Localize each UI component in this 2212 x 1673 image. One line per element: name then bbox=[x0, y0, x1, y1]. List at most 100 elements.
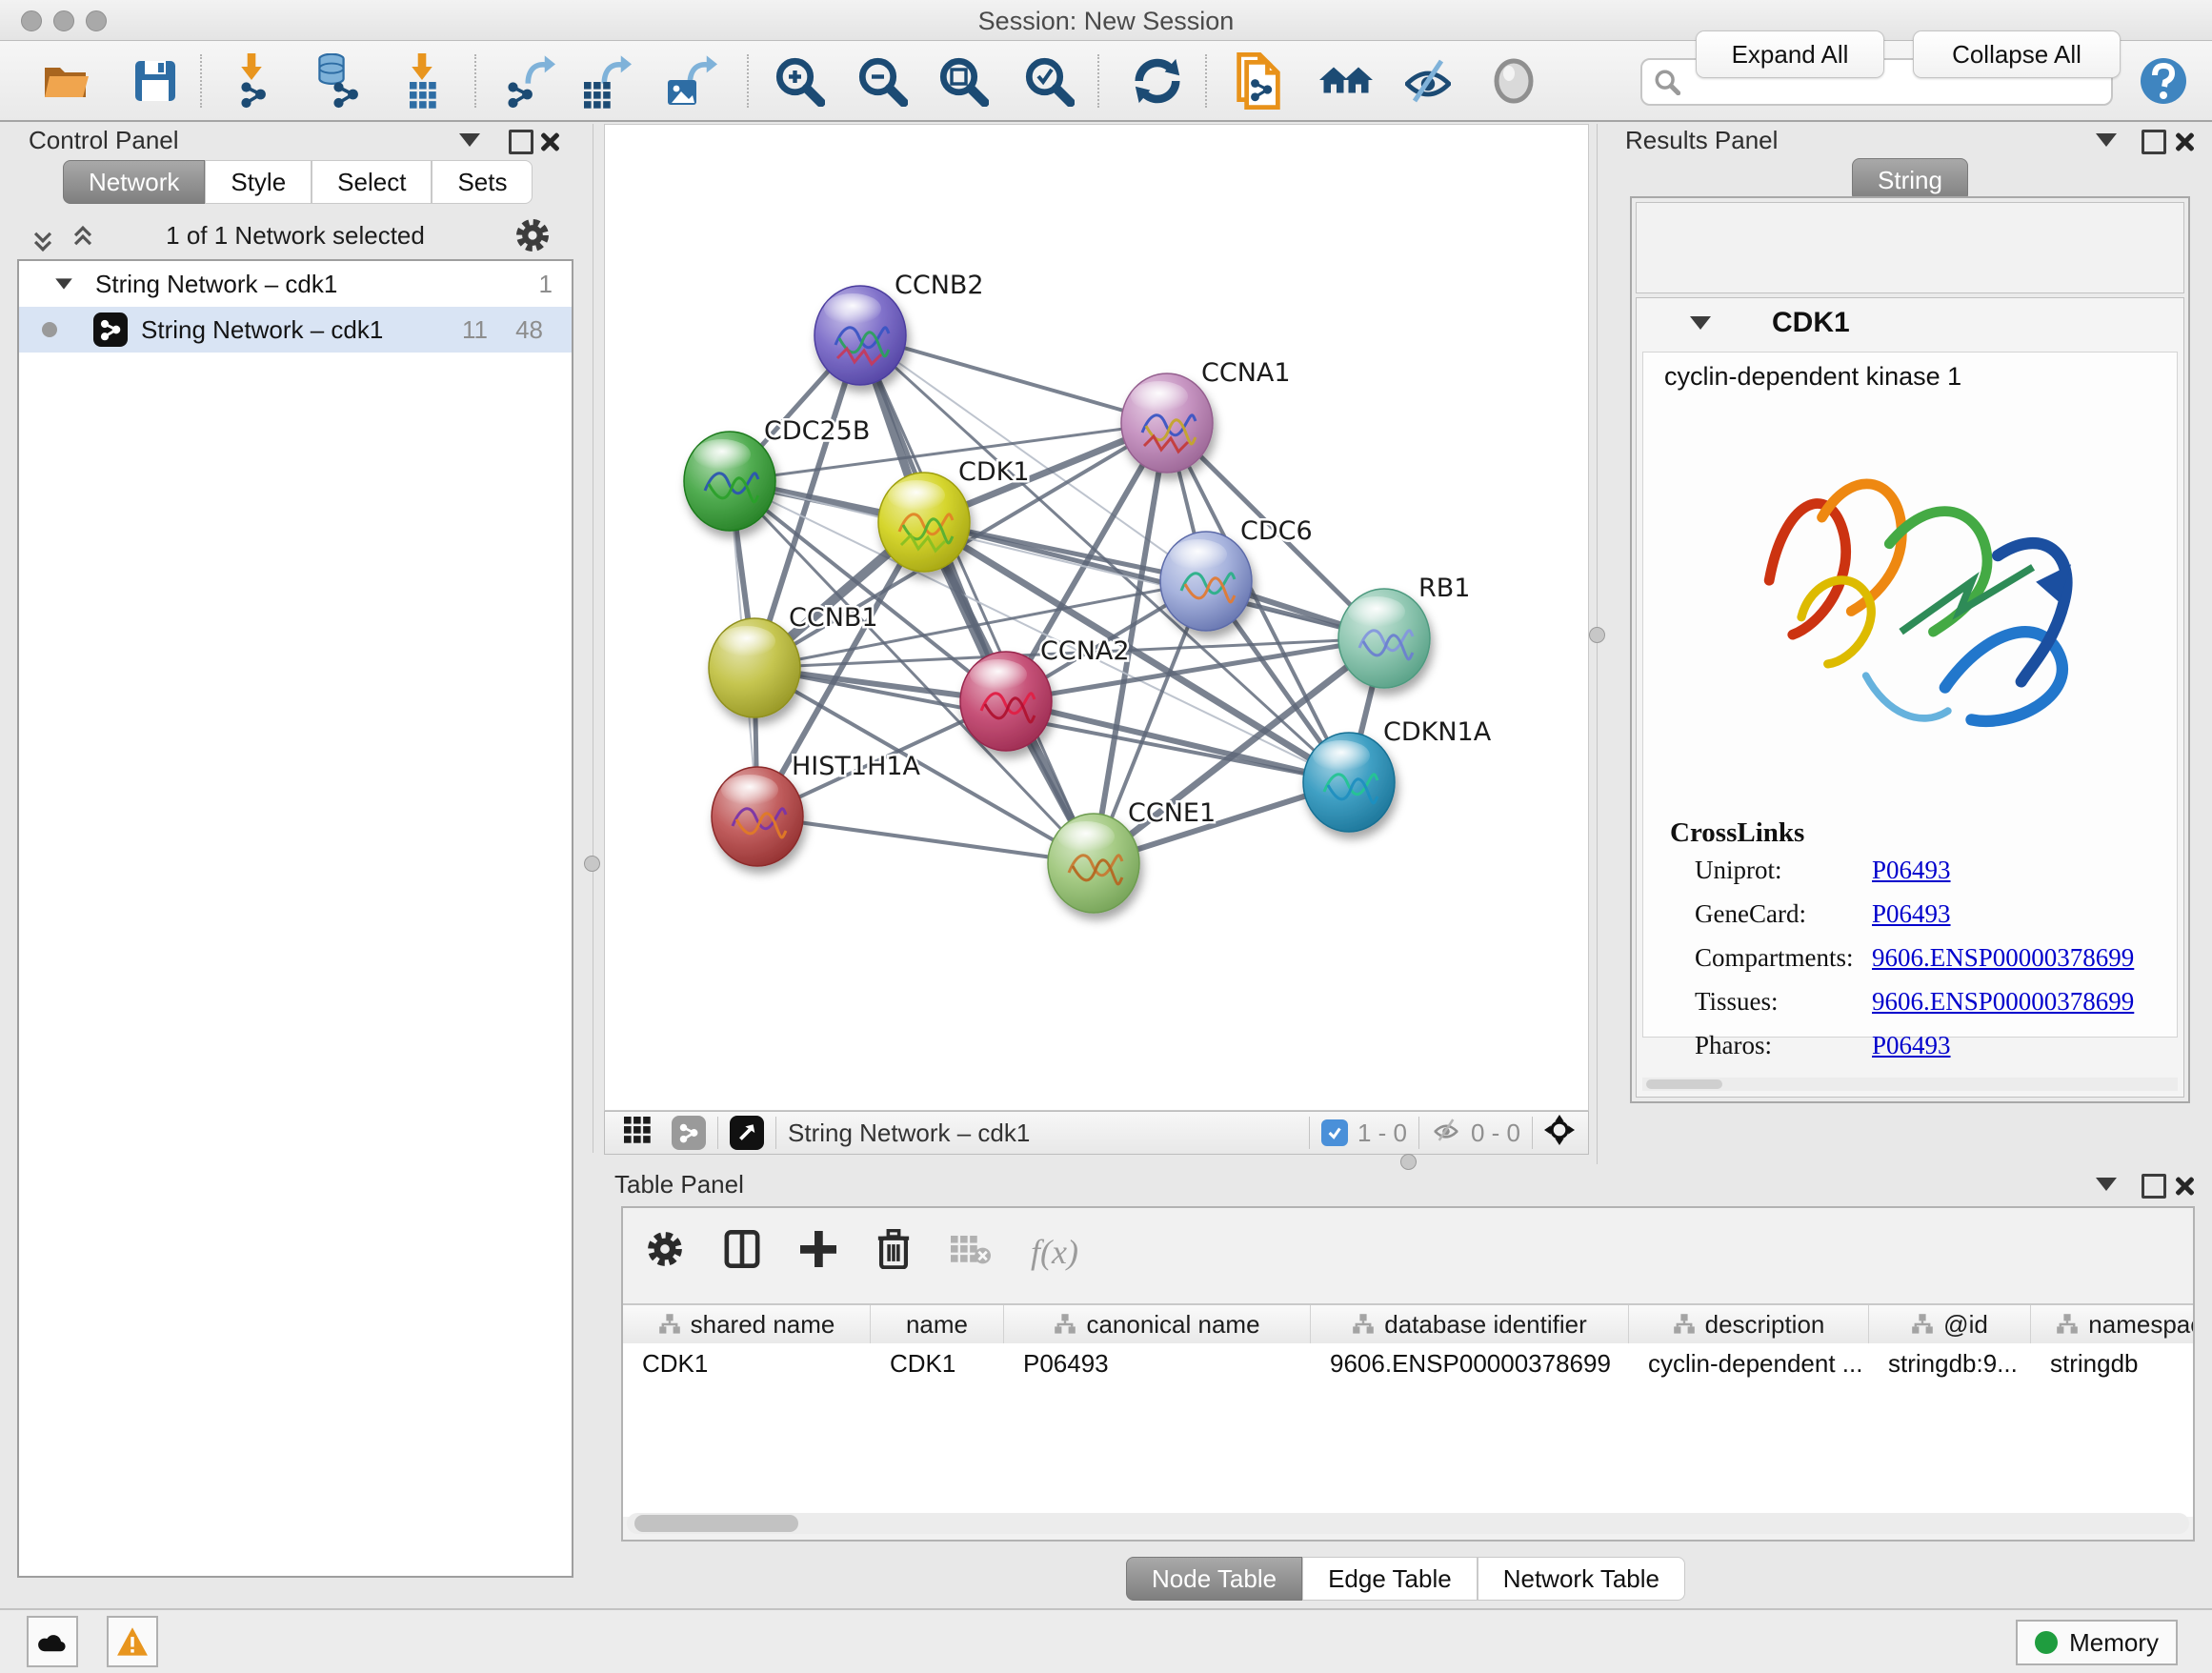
results-panel-collapse-icon[interactable] bbox=[2096, 133, 2117, 151]
control-panel-float-icon[interactable] bbox=[509, 130, 533, 159]
card-hscrollbar[interactable] bbox=[1642, 1078, 2178, 1091]
import-network-from-database-button[interactable] bbox=[307, 50, 370, 111]
hidden-eye-slash-icon[interactable] bbox=[1431, 1119, 1461, 1148]
delete-table-icon[interactable] bbox=[951, 1233, 991, 1270]
network-node-CCNE1[interactable] bbox=[1048, 814, 1139, 913]
network-from-document-button[interactable] bbox=[1231, 50, 1294, 111]
table-row[interactable]: CDK1 CDK1 P06493 9606.ENSP00000378699 cy… bbox=[623, 1343, 2195, 1517]
cloud-status-button[interactable] bbox=[27, 1616, 78, 1667]
crosslink-tissues-link[interactable]: 9606.ENSP00000378699 bbox=[1872, 987, 2134, 1016]
network-node-CDK1[interactable] bbox=[878, 473, 970, 572]
collapse-all-networks-icon[interactable] bbox=[32, 227, 53, 246]
table-panel-float-icon[interactable] bbox=[2142, 1174, 2166, 1203]
network-label: String Network – cdk1 bbox=[141, 315, 383, 345]
save-session-button[interactable] bbox=[124, 50, 187, 111]
tab-select[interactable]: Select bbox=[312, 160, 432, 204]
birds-eye-view-button[interactable] bbox=[1482, 50, 1545, 111]
network-edge-CCNB2-CCNE1[interactable] bbox=[860, 335, 1094, 863]
cdk1-card-header[interactable]: CDK1 bbox=[1637, 298, 2183, 348]
table-panel-close-icon[interactable] bbox=[2174, 1176, 2195, 1201]
show-columns-icon[interactable] bbox=[724, 1230, 760, 1273]
network-node-CCNB1[interactable] bbox=[709, 618, 800, 717]
add-column-icon[interactable] bbox=[800, 1231, 836, 1272]
memory-button[interactable]: Memory bbox=[2016, 1620, 2178, 1665]
right-splitter[interactable] bbox=[1597, 124, 1598, 1164]
selected-checkbox-icon[interactable] bbox=[1321, 1119, 1348, 1146]
function-builder-icon[interactable]: f(x) bbox=[1031, 1232, 1078, 1272]
home-button[interactable] bbox=[1315, 50, 1377, 111]
zoom-fit-button[interactable] bbox=[932, 50, 995, 111]
column-header-id[interactable]: @id bbox=[1869, 1305, 2031, 1343]
import-table-button[interactable] bbox=[395, 50, 458, 111]
tab-style[interactable]: Style bbox=[205, 160, 312, 204]
tab-network[interactable]: Network bbox=[63, 160, 205, 204]
column-header-shared-name[interactable]: shared name bbox=[623, 1305, 871, 1343]
column-header-canonical-name[interactable]: canonical name bbox=[1004, 1305, 1311, 1343]
delete-column-trash-icon[interactable] bbox=[876, 1229, 911, 1274]
help-button[interactable] bbox=[2132, 50, 2195, 111]
export-image-button[interactable] bbox=[660, 50, 723, 111]
open-session-button[interactable] bbox=[35, 50, 98, 111]
export-network-button[interactable] bbox=[500, 50, 563, 111]
right-splitter-handle[interactable] bbox=[1589, 627, 1605, 643]
zoom-selected-button[interactable] bbox=[1017, 50, 1080, 111]
hide-graphics-details-button[interactable] bbox=[1397, 50, 1459, 111]
network-node-CDC6[interactable] bbox=[1160, 532, 1252, 631]
results-panel-close-icon[interactable] bbox=[2174, 131, 2195, 157]
tab-node-table[interactable]: Node Table bbox=[1126, 1557, 1302, 1601]
left-splitter-handle[interactable] bbox=[584, 856, 600, 872]
zoom-in-button[interactable] bbox=[768, 50, 831, 111]
expand-all-button[interactable]: Expand All bbox=[1696, 30, 1884, 78]
network-node-CDC25B[interactable] bbox=[684, 432, 775, 531]
column-header-description[interactable]: description bbox=[1629, 1305, 1869, 1343]
network-node-RB1[interactable] bbox=[1338, 589, 1430, 688]
crosslink-uniprot-link[interactable]: P06493 bbox=[1872, 856, 1951, 884]
network-badge-icon[interactable] bbox=[672, 1116, 706, 1150]
network-node-CDKN1A[interactable] bbox=[1303, 733, 1395, 832]
control-panel-title: Control Panel bbox=[29, 126, 179, 155]
node-table-container: f(x) shared name name canonical name dat… bbox=[621, 1206, 2195, 1542]
crosslink-compartments-link[interactable]: 9606.ENSP00000378699 bbox=[1872, 943, 2134, 972]
cloud-icon bbox=[36, 1630, 69, 1653]
tab-edge-table[interactable]: Edge Table bbox=[1302, 1557, 1478, 1601]
column-header-namespace[interactable]: namespace bbox=[2031, 1305, 2195, 1343]
detach-view-icon[interactable] bbox=[730, 1116, 764, 1150]
network-canvas[interactable]: CCNB2CCNA1CDC25BCDK1CDC6RB1CCNB1CCNA2CDK… bbox=[604, 124, 1589, 1111]
apply-layout-button[interactable] bbox=[1126, 50, 1189, 111]
network-node-CCNA2[interactable] bbox=[960, 652, 1052, 751]
control-panel-close-icon[interactable] bbox=[539, 131, 560, 157]
column-header-name[interactable]: name bbox=[871, 1305, 1004, 1343]
crosslink-label: Uniprot: bbox=[1695, 856, 1782, 884]
import-network-from-file-button[interactable] bbox=[229, 50, 292, 111]
table-hscrollbar[interactable] bbox=[627, 1513, 2189, 1534]
cell-description: cyclin-dependent ... bbox=[1629, 1343, 1869, 1517]
collection-expander-icon[interactable] bbox=[55, 278, 72, 289]
cdk1-expander-icon[interactable] bbox=[1690, 316, 1711, 330]
expand-all-networks-icon[interactable] bbox=[72, 227, 93, 246]
tab-sets[interactable]: Sets bbox=[432, 160, 533, 204]
network-node-CCNA1[interactable] bbox=[1121, 373, 1213, 473]
crosslink-pharos-link[interactable]: P06493 bbox=[1872, 1031, 1951, 1059]
table-panel-tabs: Node Table Edge Table Network Table bbox=[1126, 1557, 1685, 1601]
column-header-database-identifier[interactable]: database identifier bbox=[1311, 1305, 1629, 1343]
table-panel-collapse-icon[interactable] bbox=[2096, 1178, 2117, 1196]
network-row-selected[interactable]: String Network – cdk1 11 48 bbox=[19, 307, 572, 353]
export-table-button[interactable] bbox=[576, 50, 639, 111]
network-options-gear-icon[interactable] bbox=[514, 217, 551, 258]
network-collection-row[interactable]: String Network – cdk1 1 bbox=[19, 261, 572, 307]
grid-view-icon[interactable] bbox=[624, 1117, 651, 1150]
network-node-CCNB2[interactable] bbox=[814, 286, 906, 385]
control-panel-collapse-icon[interactable] bbox=[459, 133, 480, 151]
network-edge-HIST1H1A-CCNE1[interactable] bbox=[757, 816, 1094, 863]
table-settings-gear-icon[interactable] bbox=[646, 1230, 684, 1273]
horizontal-splitter-handle[interactable] bbox=[1400, 1154, 1417, 1170]
crosslink-genecard-link[interactable]: P06493 bbox=[1872, 899, 1951, 928]
network-node-HIST1H1A[interactable] bbox=[712, 767, 803, 866]
zoom-out-button[interactable] bbox=[851, 50, 914, 111]
warnings-button[interactable] bbox=[107, 1616, 158, 1667]
node-attribute-icon bbox=[1673, 1313, 1696, 1336]
collapse-all-button[interactable]: Collapse All bbox=[1913, 30, 2121, 78]
tab-network-table[interactable]: Network Table bbox=[1478, 1557, 1685, 1601]
results-panel-float-icon[interactable] bbox=[2142, 130, 2166, 159]
birdseye-toggle-icon[interactable] bbox=[1544, 1115, 1575, 1152]
